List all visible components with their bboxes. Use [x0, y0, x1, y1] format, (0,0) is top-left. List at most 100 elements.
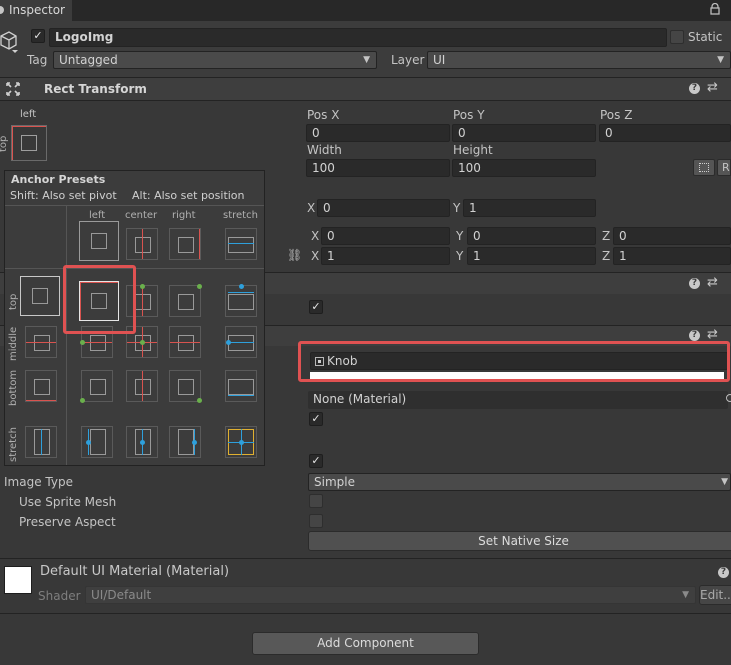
- anchor-top-line: [12, 126, 46, 127]
- popup-column-divider: [66, 206, 67, 465]
- layer-value: UI: [433, 53, 446, 67]
- object-picker-icon[interactable]: [726, 394, 731, 402]
- scale-y-field[interactable]: 1: [467, 247, 596, 265]
- lock-icon[interactable]: [710, 2, 720, 15]
- cull-transparent-checkbox[interactable]: ✓: [309, 300, 323, 314]
- preset-stretch-left[interactable]: [81, 426, 113, 458]
- rotation-y-label: Y: [456, 229, 464, 243]
- pos-z-field[interactable]: 0: [599, 124, 731, 142]
- scale-z-field[interactable]: 1: [613, 247, 731, 265]
- material-title: Default UI Material (Material): [40, 564, 230, 579]
- preset-bottom-center[interactable]: [126, 370, 158, 402]
- pivot-x-label: X: [307, 201, 316, 215]
- rotation-z-field[interactable]: 0: [613, 227, 731, 245]
- inspector-dot-icon: [0, 6, 4, 14]
- anchor-horizontal-label: left: [20, 109, 37, 120]
- link-icon[interactable]: ⛓: [287, 248, 302, 262]
- column-label-center: center: [125, 210, 158, 221]
- pos-x-label: Pos X: [307, 108, 340, 122]
- use-sprite-mesh-label: Use Sprite Mesh: [19, 495, 117, 509]
- preset-top-none[interactable]: [20, 276, 60, 316]
- pivot-y-label: Y: [453, 201, 461, 215]
- scale-x-label: X: [311, 249, 320, 263]
- anchor-vertical-label: top: [0, 135, 9, 152]
- preset-bottom-left[interactable]: [80, 370, 113, 403]
- add-component-button[interactable]: Add Component: [252, 632, 479, 655]
- settings-sliders-icon[interactable]: ⇄: [707, 327, 718, 342]
- help-icon[interactable]: ?: [689, 83, 700, 94]
- preset-middle-stretch[interactable]: [225, 326, 257, 358]
- chevron-down-icon: ▼: [721, 477, 728, 487]
- image-type-value: Simple: [314, 475, 355, 489]
- layer-dropdown[interactable]: UI ▼: [427, 51, 731, 69]
- selected-preset-highlight: [63, 265, 136, 334]
- shader-value: UI/Default: [91, 588, 152, 602]
- preset-stretch-stretch[interactable]: [225, 426, 257, 458]
- preset-top-right[interactable]: [169, 284, 202, 317]
- material-field[interactable]: None (Material): [308, 391, 728, 409]
- pos-y-label: Pos Y: [453, 108, 485, 122]
- preset-stretch-center[interactable]: [126, 426, 158, 458]
- anchor-presets-alt-hint: Alt: Also set position: [132, 189, 245, 202]
- rotation-x-field[interactable]: 0: [321, 227, 450, 245]
- help-icon[interactable]: ?: [718, 567, 729, 578]
- blueprint-mode-button[interactable]: [693, 159, 715, 176]
- preset-stretch-none[interactable]: [25, 426, 57, 458]
- chevron-down-icon: ▼: [682, 590, 689, 600]
- raw-edit-label: R: [722, 161, 730, 174]
- row-label-bottom: bottom: [8, 369, 19, 406]
- help-icon[interactable]: ?: [689, 278, 700, 289]
- shader-dropdown[interactable]: UI/Default ▼: [85, 586, 696, 604]
- divider: [0, 558, 731, 559]
- gameobject-cube-icon[interactable]: [0, 30, 20, 54]
- static-checkbox[interactable]: [670, 30, 684, 44]
- settings-sliders-icon[interactable]: ⇄: [707, 275, 718, 290]
- divider: [0, 100, 731, 101]
- image-type-label: Image Type: [4, 475, 73, 489]
- static-label: Static: [688, 30, 723, 44]
- pos-x-field[interactable]: 0: [306, 124, 450, 142]
- preset-none-right[interactable]: [169, 228, 201, 260]
- tag-dropdown[interactable]: Untagged ▼: [53, 51, 377, 69]
- height-label: Height: [453, 143, 493, 157]
- preset-bottom-right[interactable]: [169, 370, 202, 403]
- height-field[interactable]: 100: [452, 159, 596, 177]
- pos-y-field[interactable]: 0: [452, 124, 596, 142]
- preset-bottom-stretch[interactable]: [225, 370, 257, 402]
- dotted-square-icon: [699, 163, 709, 172]
- anchor-preset-button[interactable]: [11, 125, 47, 161]
- preset-bottom-none[interactable]: [25, 370, 57, 402]
- preset-middle-right[interactable]: [169, 326, 201, 358]
- row-label-top: top: [8, 293, 19, 310]
- width-field[interactable]: 100: [306, 159, 450, 177]
- active-checkbox[interactable]: ✓: [31, 29, 45, 43]
- rotation-y-field[interactable]: 0: [467, 227, 596, 245]
- edit-shader-button[interactable]: Edit...: [699, 585, 731, 605]
- maskable-checkbox[interactable]: ✓: [309, 454, 323, 468]
- highlight-box: [298, 341, 730, 382]
- scale-x-field[interactable]: 1: [321, 247, 450, 265]
- preset-middle-none[interactable]: [25, 326, 57, 358]
- raw-edit-button[interactable]: R: [717, 159, 731, 176]
- object-name-field[interactable]: LogoImg: [49, 28, 667, 47]
- set-native-size-button[interactable]: Set Native Size: [308, 531, 731, 551]
- help-icon[interactable]: ?: [689, 330, 700, 341]
- row-label-stretch: stretch: [8, 427, 19, 462]
- preset-stretch-right[interactable]: [169, 426, 201, 458]
- image-type-dropdown[interactable]: Simple ▼: [308, 473, 731, 491]
- inspector-tab[interactable]: Inspector: [0, 0, 72, 21]
- preset-none-stretch[interactable]: [225, 228, 257, 260]
- pivot-y-field[interactable]: 1: [463, 199, 596, 217]
- raycast-target-checkbox[interactable]: ✓: [309, 412, 323, 426]
- material-preview-swatch[interactable]: [4, 566, 32, 594]
- row-label-middle: middle: [8, 326, 19, 361]
- settings-sliders-icon[interactable]: ⇄: [707, 80, 718, 95]
- preserve-aspect-checkbox[interactable]: [309, 514, 323, 528]
- preset-none-center[interactable]: [126, 228, 158, 260]
- pivot-x-field[interactable]: 0: [317, 199, 450, 217]
- popup-divider: [5, 205, 264, 206]
- use-sprite-mesh-checkbox[interactable]: [309, 494, 323, 508]
- preset-none-left[interactable]: [79, 221, 119, 261]
- preset-top-stretch[interactable]: [225, 284, 257, 317]
- anchor-presets-shift-hint: Shift: Also set pivot: [10, 189, 117, 202]
